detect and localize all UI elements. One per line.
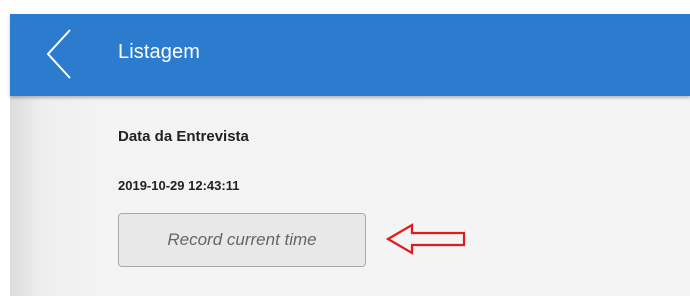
interview-date-label: Data da Entrevista [118, 128, 249, 145]
page-title: Listagem [118, 41, 200, 63]
record-current-time-button[interactable]: Record current time [118, 213, 366, 267]
interview-date-value: 2019-10-29 12:43:11 [118, 178, 240, 193]
form-panel: Data da Entrevista 2019-10-29 12:43:11 R… [10, 96, 690, 296]
app-header: Listagem [10, 14, 690, 96]
chevron-left-icon [46, 29, 71, 79]
app-screen: Listagem Data da Entrevista 2019-10-29 1… [0, 0, 690, 296]
back-button[interactable] [34, 24, 82, 84]
arrow-left-outline-icon [386, 223, 466, 255]
